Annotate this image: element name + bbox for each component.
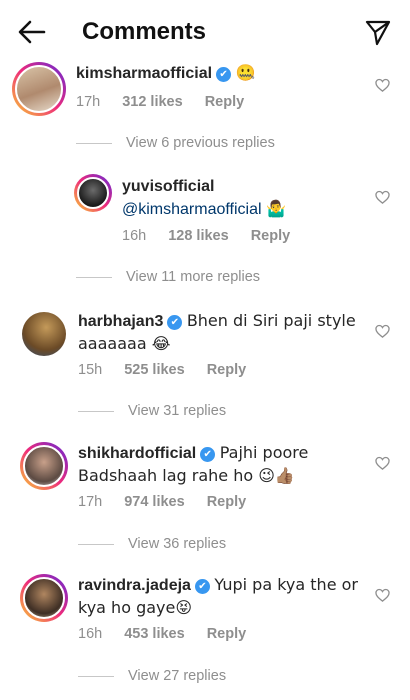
timestamp: 15h — [78, 362, 103, 378]
reply-button[interactable]: Reply — [251, 228, 291, 244]
comment-meta: 17h 312 likes Reply — [76, 94, 244, 110]
paper-plane-icon[interactable] — [364, 18, 392, 46]
comments-header: Comments — [0, 0, 410, 62]
avatar[interactable] — [74, 174, 112, 212]
likes-count[interactable]: 525 likes — [124, 362, 184, 378]
avatar[interactable] — [20, 574, 68, 622]
view-replies-link[interactable]: View 31 replies — [78, 403, 226, 419]
username[interactable]: kimsharmaofficial — [76, 65, 212, 82]
arrow-left-icon[interactable] — [16, 16, 48, 48]
divider-line — [76, 276, 112, 278]
view-replies-link[interactable]: View 36 replies — [78, 536, 226, 552]
comment-meta: 16h 453 likes Reply — [78, 626, 246, 642]
comment-body: 🤷‍♂️ — [266, 199, 286, 218]
comment-shikhardofficial: shikhardofficial ✔ Pajhi poore Badshaah l… — [0, 442, 410, 514]
comment-kimsharmaofficial: kimsharmaofficial ✔ 🤐 17h 312 likes Reply — [0, 62, 410, 122]
comment-text: ravindra.jadeja ✔ Yupi pa kya the or kya … — [78, 574, 360, 620]
heart-icon[interactable] — [375, 324, 390, 339]
timestamp: 17h — [78, 494, 103, 510]
avatar[interactable] — [20, 442, 68, 490]
reply-yuvisofficial: yuvisofficial @kimsharmaofficial 🤷‍♂️ 16… — [0, 174, 410, 254]
page-title: Comments — [82, 18, 207, 45]
heart-icon[interactable] — [375, 588, 390, 603]
comment-harbhajan3: harbhajan3 ✔ Bhen di Siri paji style aaaa… — [0, 310, 410, 380]
timestamp: 16h — [122, 228, 147, 244]
verified-badge-icon: ✔ — [216, 67, 232, 82]
timestamp: 17h — [76, 94, 101, 110]
heart-icon[interactable] — [375, 78, 390, 93]
view-more-replies-link[interactable]: View 11 more replies — [76, 269, 260, 285]
likes-count[interactable]: 453 likes — [124, 626, 184, 642]
comment-ravindra-jadeja: ravindra.jadeja ✔ Yupi pa kya the or kya … — [0, 574, 410, 646]
comment-text: harbhajan3 ✔ Bhen di Siri paji style aaaa… — [78, 310, 360, 356]
username[interactable]: yuvisofficial — [122, 178, 214, 195]
verified-badge-icon: ✔ — [194, 579, 210, 594]
username[interactable]: shikhardofficial — [78, 445, 196, 462]
verified-badge-icon: ✔ — [167, 315, 183, 330]
divider-line — [78, 410, 114, 412]
mention-link[interactable]: @kimsharmaofficial — [122, 201, 262, 218]
username[interactable]: ravindra.jadeja — [78, 577, 191, 594]
likes-count[interactable]: 312 likes — [122, 94, 182, 110]
divider-line — [76, 142, 112, 144]
avatar[interactable] — [22, 312, 66, 356]
avatar[interactable] — [12, 62, 66, 116]
reply-button[interactable]: Reply — [207, 494, 247, 510]
comment-text: yuvisofficial @kimsharmaofficial 🤷‍♂️ — [122, 176, 352, 221]
comment-text: shikhardofficial ✔ Pajhi poore Badshaah l… — [78, 442, 360, 488]
username[interactable]: harbhajan3 — [78, 313, 163, 330]
divider-line — [78, 675, 114, 677]
timestamp: 16h — [78, 626, 103, 642]
comment-body: 🤐 — [235, 63, 256, 82]
heart-icon[interactable] — [375, 190, 390, 205]
view-replies-link[interactable]: View 27 replies — [78, 668, 226, 684]
reply-button[interactable]: Reply — [205, 94, 245, 110]
divider-line — [78, 543, 114, 545]
heart-icon[interactable] — [375, 456, 390, 471]
likes-count[interactable]: 974 likes — [124, 494, 184, 510]
reply-button[interactable]: Reply — [207, 626, 247, 642]
comment-meta: 16h 128 likes Reply — [122, 228, 290, 244]
reply-button[interactable]: Reply — [207, 362, 247, 378]
verified-badge-icon: ✔ — [200, 447, 216, 462]
likes-count[interactable]: 128 likes — [168, 228, 228, 244]
comment-text: kimsharmaofficial ✔ 🤐 — [76, 62, 255, 85]
comment-meta: 17h 974 likes Reply — [78, 494, 246, 510]
view-previous-replies-link[interactable]: View 6 previous replies — [76, 135, 275, 151]
comment-meta: 15h 525 likes Reply — [78, 362, 246, 378]
